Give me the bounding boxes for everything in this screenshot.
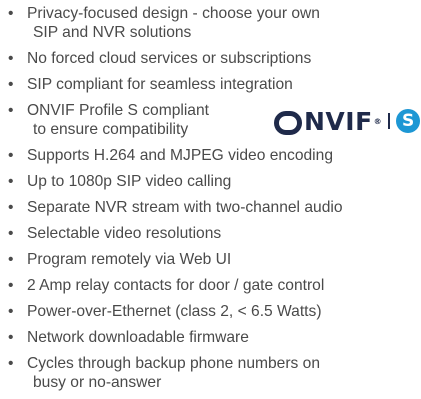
- onvif-logo: NVIF ® S: [274, 107, 421, 135]
- bullet: •: [8, 329, 14, 346]
- registered-mark: ®: [373, 117, 383, 126]
- feature-text: Program remotely via Web UI: [27, 251, 232, 268]
- onvif-wordmark: NVIF ®: [274, 107, 382, 135]
- bullet: •: [8, 277, 14, 294]
- bullet: •: [8, 199, 14, 216]
- feature-item: • SIP compliant for seamless integration: [6, 75, 418, 94]
- feature-text: No forced cloud services or subscription…: [27, 50, 312, 67]
- feature-text: Up to 1080p SIP video calling: [27, 173, 232, 190]
- feature-item: • Selectable video resolutions: [6, 224, 418, 243]
- profile-letter: S: [402, 110, 415, 131]
- bullet: •: [8, 303, 14, 320]
- feature-text: Network downloadable firmware: [27, 329, 249, 346]
- bullet: •: [8, 5, 14, 22]
- feature-text: ONVIF Profile S compliant: [27, 102, 209, 119]
- feature-item: • Power-over-Ethernet (class 2, < 6.5 Wa…: [6, 302, 418, 321]
- bullet: •: [8, 147, 14, 164]
- bullet: •: [8, 251, 14, 268]
- feature-item: • Separate NVR stream with two-channel a…: [6, 198, 418, 217]
- logo-separator: [388, 113, 391, 129]
- bullet: •: [8, 50, 14, 67]
- bullet: •: [8, 225, 14, 242]
- feature-item-onvif: • ONVIF Profile S compliant to ensure co…: [6, 101, 421, 139]
- bullet: •: [8, 173, 14, 190]
- feature-text: Selectable video resolutions: [27, 225, 222, 242]
- feature-list: • Privacy-focused design - choose your o…: [6, 4, 421, 399]
- feature-item: • No forced cloud services or subscripti…: [6, 49, 418, 68]
- feature-text: Separate NVR stream with two-channel aud…: [27, 199, 343, 216]
- feature-text: Power-over-Ethernet (class 2, < 6.5 Watt…: [27, 303, 322, 320]
- profile-s-badge-icon: S: [396, 109, 421, 133]
- feature-text: Cycles through backup phone numbers on: [27, 355, 320, 372]
- bullet: •: [8, 76, 14, 93]
- feature-text: Supports H.264 and MJPEG video encoding: [27, 147, 333, 164]
- feature-item: • Supports H.264 and MJPEG video encodin…: [6, 146, 418, 165]
- feature-item: • Privacy-focused design - choose your o…: [6, 4, 418, 42]
- onvif-wordmark-text: NVIF: [304, 107, 373, 136]
- feature-item: • Up to 1080p SIP video calling: [6, 172, 418, 191]
- bullet: •: [8, 102, 14, 119]
- feature-text-continued: busy or no-answer: [33, 374, 162, 391]
- feature-item: • Program remotely via Web UI: [6, 250, 418, 269]
- feature-text: 2 Amp relay contacts for door / gate con…: [27, 277, 325, 294]
- feature-text: SIP compliant for seamless integration: [27, 76, 293, 93]
- feature-text: Privacy-focused design - choose your own: [27, 5, 320, 22]
- bullet: •: [8, 355, 14, 372]
- feature-item: • 2 Amp relay contacts for door / gate c…: [6, 276, 418, 295]
- feature-item: • Cycles through backup phone numbers on…: [6, 354, 418, 392]
- feature-item: • Network downloadable firmware: [6, 328, 418, 347]
- onvif-o-icon: [274, 111, 302, 135]
- feature-text-continued: SIP and NVR solutions: [33, 24, 192, 41]
